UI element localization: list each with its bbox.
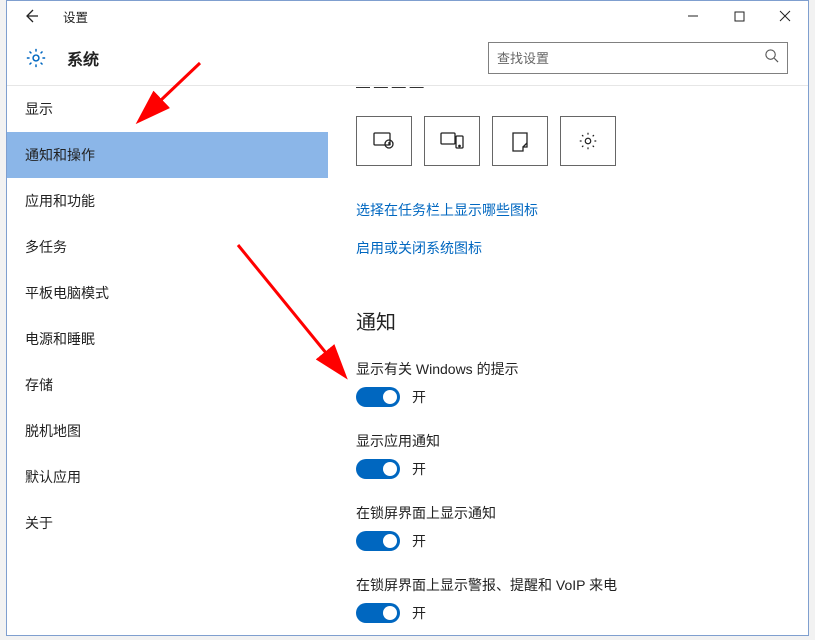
setting-label: 显示应用通知 [356, 431, 780, 451]
sidebar-item-display[interactable]: 显示 [7, 86, 328, 132]
body: 显示 通知和操作 应用和功能 多任务 平板电脑模式 电源和睡眠 存储 脱机地图 … [7, 86, 808, 635]
sidebar-item-apps[interactable]: 应用和功能 [7, 178, 328, 224]
toggle-state: 开 [412, 387, 426, 407]
sidebar-item-notifications[interactable]: 通知和操作 [7, 132, 328, 178]
sidebar-item-label: 脱机地图 [25, 421, 81, 441]
sidebar-item-label: 存储 [25, 375, 53, 395]
window-title: 设置 [63, 7, 88, 26]
link-taskbar-icons[interactable]: 选择在任务栏上显示哪些图标 [356, 200, 538, 220]
toggle-lockscreen-alarms[interactable] [356, 603, 400, 623]
content: — — — — 选择在任务栏上显示哪些图标 启用或关闭系统图标 通知 [328, 86, 808, 635]
setting-lockscreen-alarms: 在锁屏界面上显示警报、提醒和 VoIP 来电 开 [356, 575, 780, 623]
gear-icon [23, 47, 49, 69]
sidebar-item-label: 关于 [25, 513, 53, 533]
toggle-app-notifications[interactable] [356, 459, 400, 479]
toggle-lockscreen-notifications[interactable] [356, 531, 400, 551]
header: 系统 [7, 31, 808, 85]
sidebar-item-multitask[interactable]: 多任务 [7, 224, 328, 270]
titlebar: 设置 [7, 1, 808, 31]
toggle-windows-tips[interactable] [356, 387, 400, 407]
settings-window: 设置 系统 显示 通知和操作 应用和功能 多任务 [6, 0, 809, 636]
toggle-state: 开 [412, 459, 426, 479]
sidebar-item-power[interactable]: 电源和睡眠 [7, 316, 328, 362]
toggle-state: 开 [412, 531, 426, 551]
quick-action-settings[interactable] [560, 116, 616, 166]
sidebar-item-about[interactable]: 关于 [7, 500, 328, 546]
close-button[interactable] [762, 1, 808, 31]
back-button[interactable] [7, 1, 55, 31]
toggle-state: 开 [412, 603, 426, 623]
sidebar-item-label: 通知和操作 [25, 145, 95, 165]
sidebar-item-maps[interactable]: 脱机地图 [7, 408, 328, 454]
sidebar-item-tablet[interactable]: 平板电脑模式 [7, 270, 328, 316]
maximize-button[interactable] [716, 1, 762, 31]
sidebar-item-label: 电源和睡眠 [25, 329, 95, 349]
setting-label: 显示有关 Windows 的提示 [356, 359, 780, 379]
sidebar-item-storage[interactable]: 存储 [7, 362, 328, 408]
setting-app-notifications: 显示应用通知 开 [356, 431, 780, 479]
search-input[interactable] [497, 51, 764, 66]
link-system-icons[interactable]: 启用或关闭系统图标 [356, 238, 482, 258]
search-box[interactable] [488, 42, 788, 74]
search-icon [764, 48, 779, 68]
sidebar: 显示 通知和操作 应用和功能 多任务 平板电脑模式 电源和睡眠 存储 脱机地图 … [7, 86, 328, 635]
sidebar-item-label: 应用和功能 [25, 191, 95, 211]
sidebar-item-label: 默认应用 [25, 467, 81, 487]
setting-lockscreen-notifications: 在锁屏界面上显示通知 开 [356, 503, 780, 551]
sidebar-item-label: 平板电脑模式 [25, 283, 109, 303]
quick-action-note[interactable] [492, 116, 548, 166]
quick-action-devices[interactable] [424, 116, 480, 166]
truncated-heading: — — — — [356, 86, 780, 98]
sidebar-item-label: 显示 [25, 99, 53, 119]
sidebar-item-default-apps[interactable]: 默认应用 [7, 454, 328, 500]
minimize-button[interactable] [670, 1, 716, 31]
header-label: 系统 [67, 46, 99, 70]
setting-label: 在锁屏界面上显示警报、提醒和 VoIP 来电 [356, 575, 780, 595]
setting-label: 在锁屏界面上显示通知 [356, 503, 780, 523]
sidebar-item-label: 多任务 [25, 237, 67, 257]
quick-action-display[interactable] [356, 116, 412, 166]
section-heading: 通知 [356, 306, 780, 335]
setting-windows-tips: 显示有关 Windows 的提示 开 [356, 359, 780, 407]
quick-action-row [356, 116, 780, 166]
